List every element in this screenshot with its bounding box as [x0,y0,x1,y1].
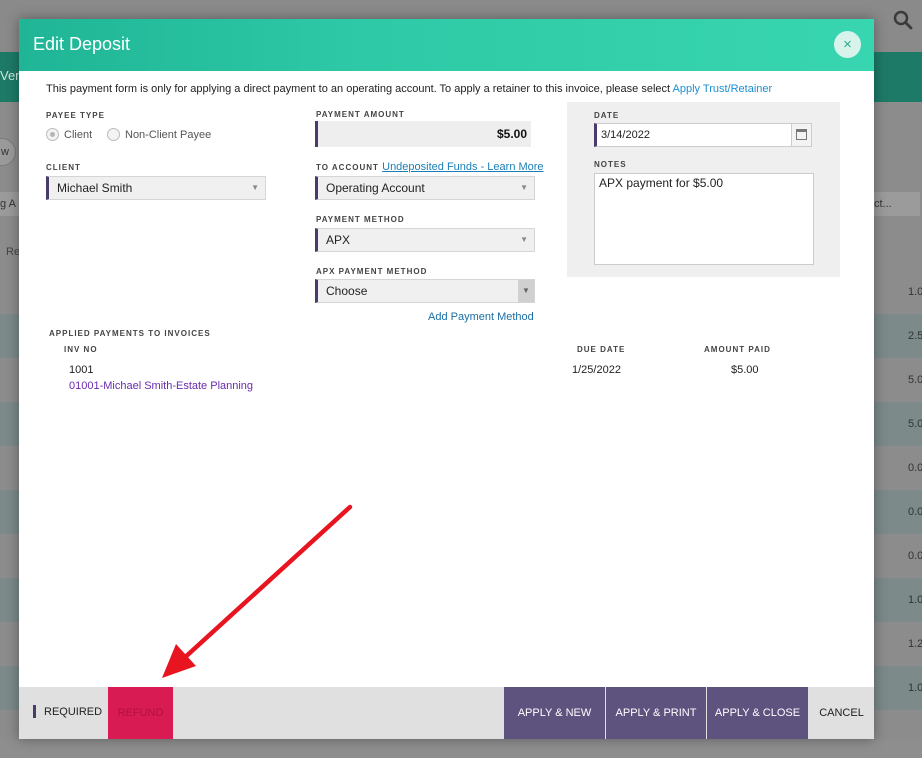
apx-payment-method-value: Choose [326,284,368,298]
date-input[interactable]: 3/14/2022 [594,123,812,147]
payment-method-select[interactable]: APX ▼ [315,228,535,252]
apply-close-button[interactable]: APPLY & CLOSE [707,687,808,739]
refund-button[interactable]: REFUND [108,687,173,739]
date-value: 3/14/2022 [601,129,650,141]
payment-method-label: PAYMENT METHOD [316,215,405,224]
close-icon[interactable]: × [834,31,861,58]
apply-trust-retainer-link[interactable]: Apply Trust/Retainer [673,83,773,95]
undeposited-funds-link[interactable]: Undeposited Funds - Learn More [382,161,543,173]
matter-link[interactable]: 01001-Michael Smith-Estate Planning [69,380,253,392]
radio-label: Non-Client Payee [125,128,212,141]
modal-header: Edit Deposit × [19,19,874,71]
search-icon[interactable] [893,10,913,30]
to-account-select[interactable]: Operating Account ▼ [315,176,535,200]
chevron-down-icon: ▼ [520,183,528,192]
notice-text: This payment form is only for applying a… [46,83,773,95]
apx-payment-method-select[interactable]: Choose ▼ [315,279,535,303]
payee-type-client-radio[interactable]: Client [46,128,92,141]
modal-footer: REQUIRED REFUND APPLY & NEW APPLY & PRIN… [19,687,874,739]
radio-unchecked-icon [107,128,120,141]
radio-checked-icon [46,128,59,141]
chevron-down-icon: ▼ [520,235,528,244]
due-date-header: DUE DATE [577,345,626,354]
background-label: Re [6,246,21,258]
payment-amount-field[interactable]: $5.00 [315,121,531,147]
payee-type-non-client-radio[interactable]: Non-Client Payee [107,128,211,141]
background-column-header: ct... [874,192,920,216]
payment-amount-label: PAYMENT AMOUNT [316,110,405,119]
inv-no-header: INV NO [64,345,98,354]
required-indicator: REQUIRED [33,705,102,718]
applied-payments-label: APPLIED PAYMENTS TO INVOICES [49,329,211,338]
modal-title: Edit Deposit [33,34,131,54]
required-label: REQUIRED [44,705,103,718]
required-marker [33,705,36,718]
chevron-down-icon: ▼ [518,280,534,302]
payee-type-label: PAYEE TYPE [46,111,105,120]
notes-textarea[interactable]: APX payment for $5.00 [594,173,814,265]
due-date-value: 1/25/2022 [572,364,621,376]
chevron-down-icon: ▼ [251,183,259,192]
amount-paid-value: $5.00 [731,364,759,376]
calendar-icon [796,129,807,140]
apply-print-button[interactable]: APPLY & PRINT [606,687,706,739]
to-account-value: Operating Account [326,181,425,195]
edit-deposit-modal: Edit Deposit × This payment form is only… [19,19,874,739]
notes-label: NOTES [594,160,627,169]
apply-new-button[interactable]: APPLY & NEW [504,687,605,739]
date-label: DATE [594,111,620,120]
invoice-number: 1001 [69,364,94,376]
background-column-header: g A [0,192,19,216]
client-select-value: Michael Smith [57,181,133,195]
background-bottom-strip [0,740,922,758]
client-label: CLIENT [46,163,81,172]
cancel-button[interactable]: CANCEL [809,687,874,739]
calendar-button[interactable] [791,124,811,146]
radio-label: Client [64,128,93,141]
amount-paid-header: AMOUNT PAID [704,345,771,354]
add-payment-method-link[interactable]: Add Payment Method [428,311,534,323]
client-select[interactable]: Michael Smith ▼ [46,176,266,200]
to-account-label: TO ACCOUNT Undeposited Funds - Learn Mor… [316,161,544,173]
payment-method-value: APX [326,233,351,247]
apx-payment-method-label: APX PAYMENT METHOD [316,267,428,276]
